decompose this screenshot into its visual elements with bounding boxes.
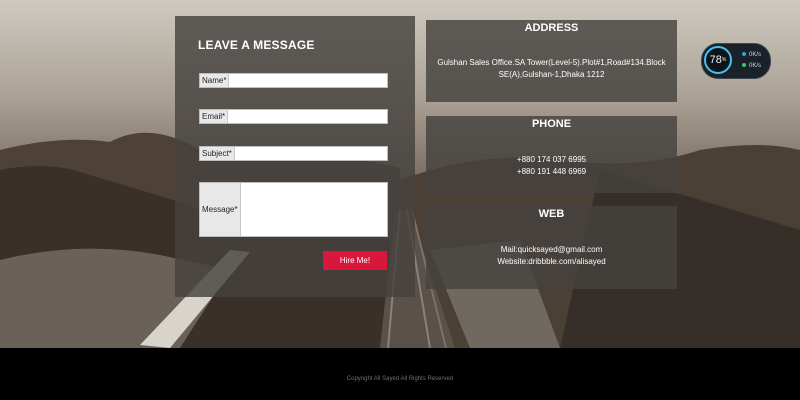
phone-numbers: +880 174 037 6995 +880 191 448 6969 xyxy=(426,154,677,178)
message-label: Message* xyxy=(200,183,241,236)
download-dot-icon xyxy=(742,63,746,67)
subject-input[interactable] xyxy=(234,147,387,160)
address-line-1: Gulshan Sales Office.SA Tower(Level-5).P… xyxy=(437,58,666,67)
subject-field: Subject* xyxy=(199,146,388,161)
website-link[interactable]: Website:dribbble.com/alisayed xyxy=(426,256,677,268)
web-title: WEB xyxy=(538,208,565,220)
email-field: Email* xyxy=(199,109,388,124)
address-line-2: SE(A),Gulshan-1,Dhaka 1212 xyxy=(498,70,605,79)
phone-panel: PHONE +880 174 037 6995 +880 191 448 696… xyxy=(426,116,677,193)
hire-me-button[interactable]: Hire Me! xyxy=(323,251,387,270)
message-field: Message* xyxy=(199,182,388,237)
form-title: LEAVE A MESSAGE xyxy=(198,38,315,52)
cpu-gauge: 78% xyxy=(704,46,732,74)
phone-title: PHONE xyxy=(531,118,572,130)
email-input[interactable] xyxy=(228,110,387,123)
web-panel: WEB Mail:quicksayed@gmail.com Website:dr… xyxy=(426,206,677,289)
gauge-unit: % xyxy=(721,57,727,63)
upload-rate: 0K/s xyxy=(742,52,761,58)
email-link[interactable]: Mail:quicksayed@gmail.com xyxy=(426,244,677,256)
phone-number-1: +880 174 037 6995 xyxy=(516,155,587,164)
message-textarea[interactable] xyxy=(240,183,387,236)
contact-form-panel: LEAVE A MESSAGE Name* Email* Subject* Me… xyxy=(175,16,415,297)
name-label: Name* xyxy=(200,74,230,87)
address-panel: ADDRESS Gulshan Sales Office.SA Tower(Le… xyxy=(426,20,677,102)
upload-rate-value: 0K/s xyxy=(749,52,762,58)
name-input[interactable] xyxy=(229,74,387,87)
email-label: Email* xyxy=(200,110,229,123)
download-rate: 0K/s xyxy=(742,63,761,69)
name-field: Name* xyxy=(199,73,388,88)
footer: Copyright All Sayed All Rights Reserved xyxy=(0,348,800,400)
network-speed-widget[interactable]: 78% 0K/s 0K/s xyxy=(701,43,771,79)
upload-dot-icon xyxy=(742,52,746,56)
footer-copyright: Copyright All Sayed All Rights Reserved xyxy=(346,376,454,382)
phone-number-2: +880 191 448 6969 xyxy=(516,167,587,176)
web-links: Mail:quicksayed@gmail.com Website:dribbb… xyxy=(426,244,677,268)
address-title: ADDRESS xyxy=(524,22,579,34)
subject-label: Subject* xyxy=(200,147,235,160)
download-rate-value: 0K/s xyxy=(749,63,762,69)
gauge-value: 78 xyxy=(709,54,722,66)
address-text: Gulshan Sales Office.SA Tower(Level-5).P… xyxy=(426,57,677,81)
